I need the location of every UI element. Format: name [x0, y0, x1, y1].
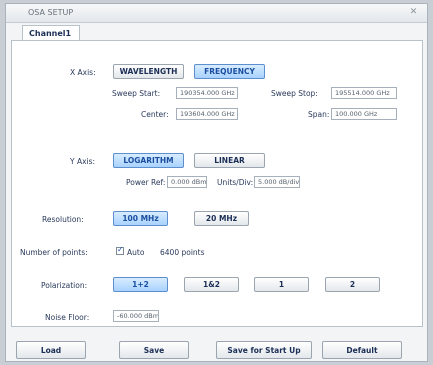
resolution-100mhz-button[interactable]: 100 MHz [113, 211, 168, 226]
settings-panel: X Axis: WAVELENGTH FREQUENCY Sweep Start… [11, 40, 423, 327]
span-label: Span: [308, 110, 330, 119]
resolution-20mhz-button[interactable]: 20 MHz [194, 211, 249, 226]
polarization-2-button[interactable]: 2 [325, 277, 380, 292]
logarithm-button[interactable]: LOGARITHM [113, 153, 184, 168]
noise-floor-field[interactable]: -60.000 dBm [113, 310, 159, 322]
auto-label: Auto [127, 248, 145, 257]
load-button[interactable]: Load [16, 341, 86, 359]
sweep-stop-label: Sweep Stop: [271, 89, 318, 98]
auto-checkbox[interactable] [116, 245, 124, 255]
sweep-stop-field[interactable]: 195514.000 GHz [331, 87, 397, 99]
center-label: Center: [141, 110, 169, 119]
tab-bar: Channel1 [6, 22, 427, 41]
save-startup-button[interactable]: Save for Start Up [216, 341, 312, 359]
polarization-1plus2-button[interactable]: 1+2 [113, 277, 168, 292]
polarization-1and2-button[interactable]: 1&2 [184, 277, 239, 292]
points-label: Number of points: [20, 248, 88, 257]
polarization-1-button[interactable]: 1 [254, 277, 309, 292]
window-title: OSA SETUP [28, 8, 74, 17]
sweep-start-field[interactable]: 190354.000 GHz [176, 87, 238, 99]
polarization-label: Polarization: [41, 281, 88, 290]
units-div-field[interactable]: 5.000 dB/div [254, 176, 300, 188]
close-icon[interactable]: ✕ [408, 7, 419, 18]
power-ref-field[interactable]: 0.000 dBm [167, 176, 207, 188]
power-ref-label: Power Ref: [126, 178, 166, 187]
span-field[interactable]: 100.000 GHz [331, 108, 397, 120]
title-bar: OSA SETUP ✕ [6, 4, 427, 23]
osa-setup-window: OSA SETUP ✕ Channel1 X Axis: WAVELENGTH … [5, 3, 428, 362]
wavelength-button[interactable]: WAVELENGTH [113, 64, 184, 79]
tab-channel1[interactable]: Channel1 [22, 25, 80, 41]
x-axis-label: X Axis: [70, 68, 96, 77]
resolution-label: Resolution: [42, 215, 84, 224]
frequency-button[interactable]: FREQUENCY [194, 64, 265, 79]
default-button[interactable]: Default [322, 341, 402, 359]
y-axis-label: Y Axis: [70, 157, 96, 166]
units-div-label: Units/Div: [217, 178, 254, 187]
sweep-start-label: Sweep Start: [112, 89, 161, 98]
points-value: 6400 points [160, 248, 205, 257]
save-button[interactable]: Save [119, 341, 189, 359]
linear-button[interactable]: LINEAR [194, 153, 265, 168]
noise-floor-label: Noise Floor: [45, 313, 90, 322]
center-field[interactable]: 193604.000 GHz [176, 108, 238, 120]
